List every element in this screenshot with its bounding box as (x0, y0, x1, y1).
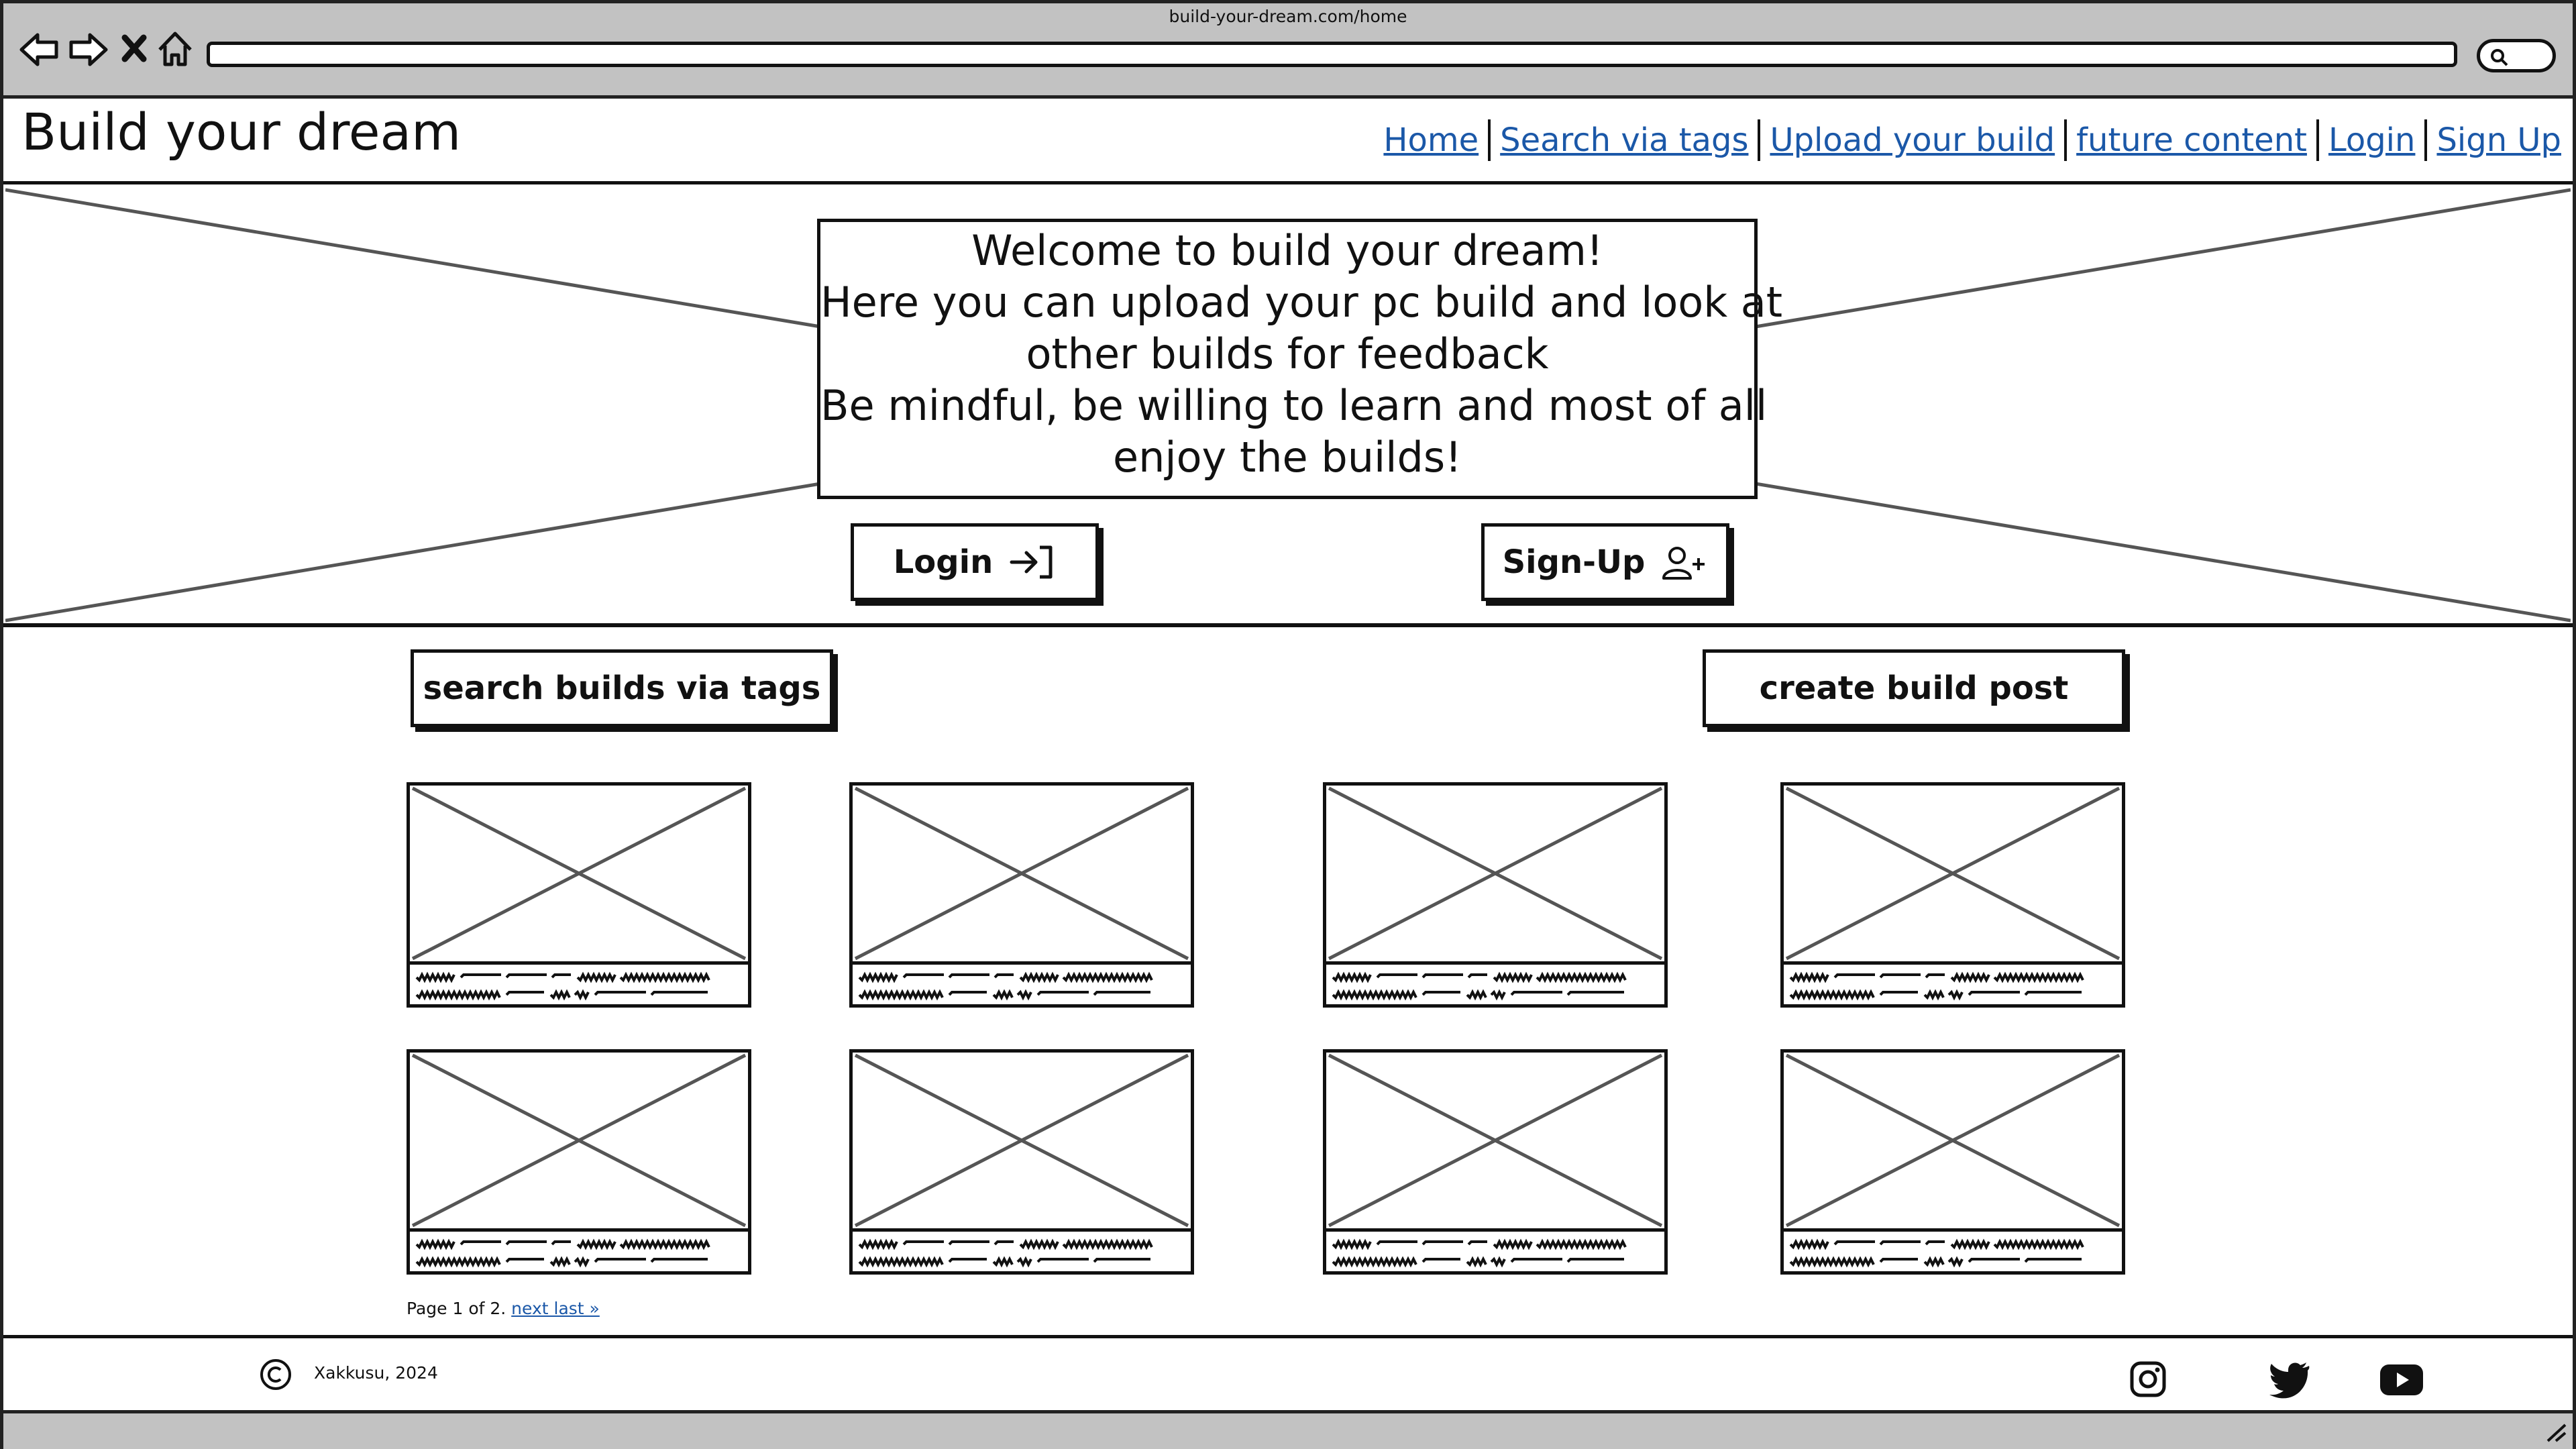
search-icon (2491, 49, 2508, 66)
resize-grip-icon[interactable] (2544, 1421, 2568, 1444)
twitter-icon[interactable] (2267, 1359, 2312, 1399)
build-image-placeholder (410, 786, 748, 965)
nav-login[interactable]: Login (2319, 121, 2425, 159)
login-arrow-icon (1010, 545, 1053, 579)
build-caption-placeholder (1332, 971, 1627, 1001)
create-build-post-button[interactable]: create build post (1703, 649, 2125, 727)
build-card[interactable] (1780, 1049, 2125, 1275)
browser-search[interactable] (2477, 39, 2556, 72)
build-card[interactable] (1323, 782, 1668, 1008)
signup-button-label: Sign-Up (1502, 543, 1646, 581)
site-title: Build your dream (21, 102, 462, 162)
build-image-placeholder (1784, 1053, 2122, 1232)
back-arrow-icon[interactable] (17, 31, 60, 68)
build-caption-placeholder (858, 971, 1153, 1001)
build-card[interactable] (407, 782, 751, 1008)
welcome-line: Here you can upload your pc build and lo… (820, 278, 1783, 327)
welcome-line: Be mindful, be willing to learn and most… (820, 381, 1768, 430)
nav-future-content[interactable]: future content (2067, 121, 2316, 159)
build-image-placeholder (853, 1053, 1191, 1232)
build-card[interactable] (1780, 782, 2125, 1008)
header-divider (0, 181, 2576, 184)
copyright-icon (260, 1359, 291, 1390)
build-image-placeholder (1326, 1053, 1664, 1232)
search-tags-label: search builds via tags (423, 669, 821, 707)
build-caption-placeholder (858, 1238, 1153, 1268)
copyright-text: Xakkusu, 2024 (314, 1363, 438, 1383)
build-image-placeholder (1326, 786, 1664, 965)
footer-divider (0, 1335, 2576, 1338)
welcome-message: Welcome to build your dream! Here you ca… (817, 219, 1783, 499)
forward-arrow-icon[interactable] (67, 31, 110, 68)
build-caption-placeholder (1332, 1238, 1627, 1268)
search-builds-via-tags-button[interactable]: search builds via tags (411, 649, 833, 727)
login-button-label: Login (893, 543, 994, 581)
build-caption-placeholder (1789, 1238, 2084, 1268)
add-user-icon (1662, 547, 1705, 580)
welcome-line: enjoy the builds! (1112, 433, 1462, 482)
home-icon[interactable] (156, 30, 195, 68)
build-caption-placeholder (1789, 971, 2084, 1001)
welcome-line: other builds for feedback (1026, 329, 1549, 378)
instagram-icon[interactable] (2128, 1359, 2168, 1399)
build-caption-placeholder (415, 971, 710, 1001)
pagination: Page 1 of 2. next last » (407, 1299, 600, 1318)
create-post-label: create build post (1759, 669, 2069, 707)
build-card[interactable] (849, 782, 1194, 1008)
browser-status-bar (0, 1410, 2576, 1449)
pagination-text: Page 1 of 2. (407, 1299, 506, 1318)
build-caption-placeholder (415, 1238, 710, 1268)
welcome-line: Welcome to build your dream! (971, 226, 1603, 275)
youtube-icon[interactable] (2379, 1363, 2424, 1397)
build-card[interactable] (407, 1049, 751, 1275)
nav-home[interactable]: Home (1374, 121, 1488, 159)
pagination-next-last-link[interactable]: next last » (511, 1299, 600, 1318)
browser-url: build-your-dream.com/home (1169, 7, 1407, 26)
login-button[interactable]: Login (851, 523, 1099, 601)
build-image-placeholder (410, 1053, 748, 1232)
address-bar[interactable] (207, 42, 2457, 67)
nav-search-tags[interactable]: Search via tags (1491, 121, 1758, 159)
main-nav: Home Search via tags Upload your build f… (1374, 119, 2561, 161)
signup-button[interactable]: Sign-Up (1481, 523, 1729, 601)
nav-sign-up[interactable]: Sign Up (2427, 121, 2561, 159)
nav-upload-build[interactable]: Upload your build (1760, 121, 2064, 159)
build-image-placeholder (1784, 786, 2122, 965)
close-icon[interactable] (121, 34, 148, 63)
build-card[interactable] (849, 1049, 1194, 1275)
build-image-placeholder (853, 786, 1191, 965)
build-card[interactable] (1323, 1049, 1668, 1275)
hero-divider (0, 623, 2576, 627)
